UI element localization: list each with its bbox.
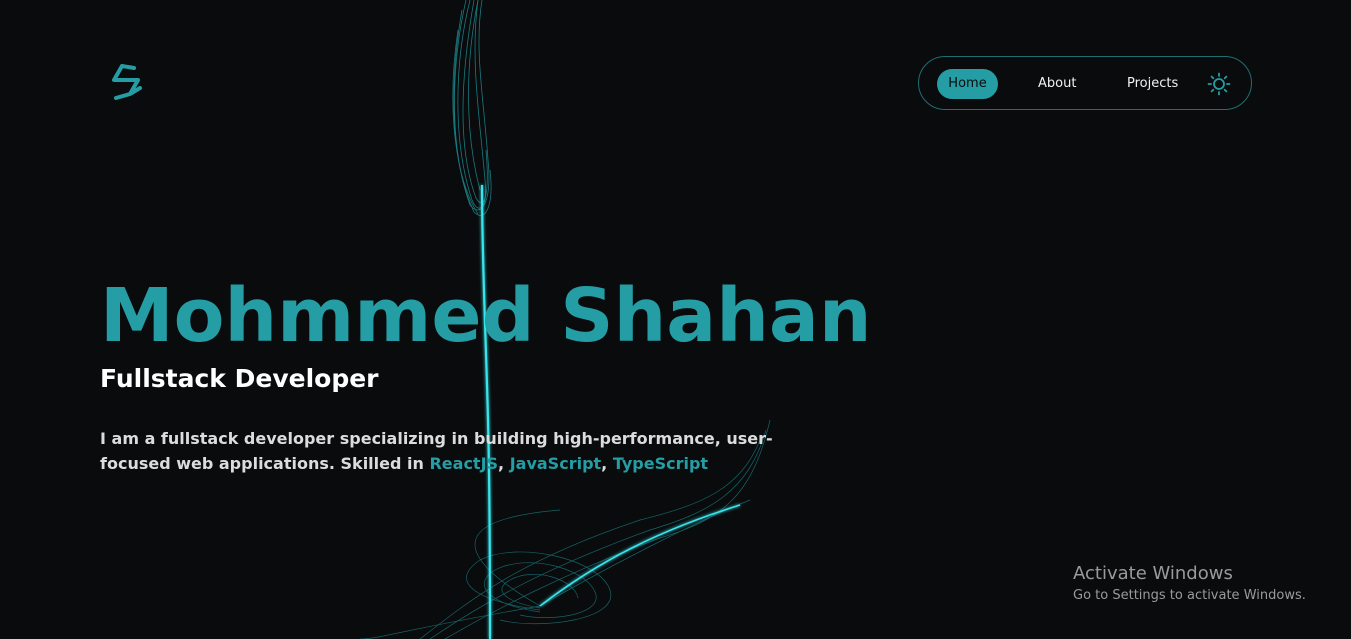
sun-icon[interactable]	[1207, 72, 1231, 96]
hero-bio: I am a fullstack developer specializing …	[100, 426, 800, 476]
main-nav: Home About Projects	[918, 56, 1252, 110]
skill-separator: ,	[601, 454, 613, 473]
nav-about-link[interactable]: About	[1038, 69, 1076, 99]
skill-separator: ,	[498, 454, 510, 473]
hero-name: Mohmmed Shahan	[100, 273, 872, 359]
s-logo-icon[interactable]	[108, 62, 148, 104]
skill-reactjs: ReactJS	[429, 454, 499, 473]
watermark-subtitle: Go to Settings to activate Windows.	[1073, 588, 1306, 603]
hero-section: Mohmmed Shahan Fullstack Developer I am …	[100, 268, 872, 473]
portfolio-page: Home About Projects Mohmmed Shahan Fulls…	[0, 0, 1351, 639]
skill-typescript: TypeScript	[612, 454, 709, 473]
hero-role: Fullstack Developer	[100, 364, 379, 393]
skill-javascript: JavaScript	[509, 454, 602, 473]
nav-projects-link[interactable]: Projects	[1127, 69, 1178, 99]
activate-windows-watermark: Activate Windows Go to Settings to activ…	[1073, 563, 1306, 605]
watermark-title: Activate Windows	[1073, 563, 1233, 584]
nav-home-link[interactable]: Home	[937, 69, 998, 99]
